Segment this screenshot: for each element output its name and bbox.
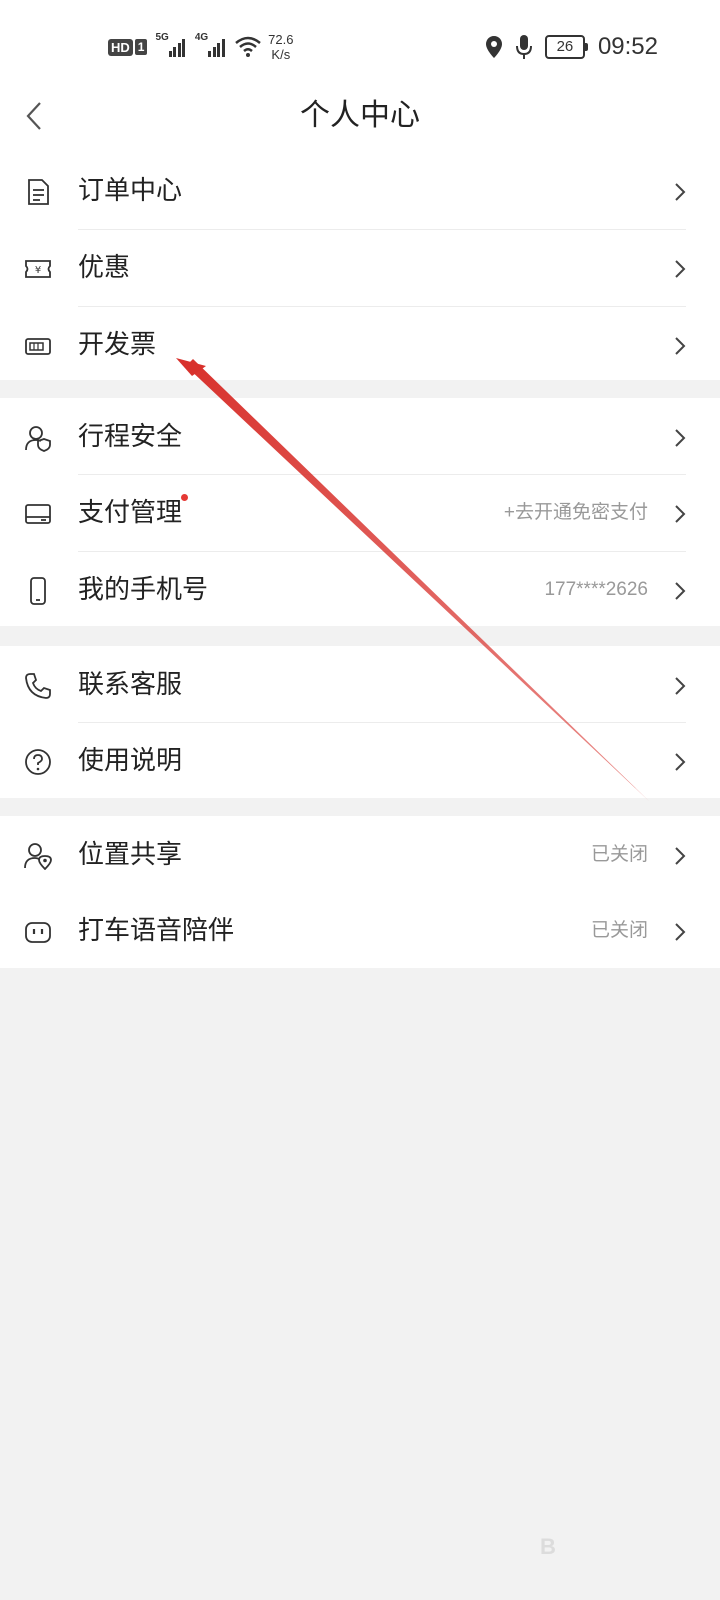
speed-unit: K/s bbox=[271, 47, 291, 62]
menu-item-order-center[interactable]: 订单中心 bbox=[0, 152, 720, 230]
menu-section-orders: 订单中心 ¥ 优惠 开发票 bbox=[0, 152, 720, 380]
menu-item-label: 优惠 bbox=[78, 253, 131, 283]
trip-safety-icon bbox=[25, 426, 51, 452]
chevron-right-icon bbox=[675, 847, 686, 865]
menu-item-label: 位置共享 bbox=[78, 840, 183, 870]
chevron-right-icon bbox=[675, 923, 686, 941]
menu-item-value: 177****2626 bbox=[544, 579, 648, 600]
hd-badge: HD bbox=[108, 38, 133, 56]
status-bar: HD 1 5G 4G 72.6 K/s 26 09:52 bbox=[0, 0, 720, 90]
microphone-icon bbox=[515, 35, 532, 59]
help-icon bbox=[25, 749, 51, 775]
chevron-right-icon bbox=[675, 677, 686, 695]
call-icon bbox=[25, 673, 51, 699]
menu-item-value: 已关闭 bbox=[590, 844, 648, 865]
clock: 09:52 bbox=[597, 33, 658, 60]
notification-dot bbox=[181, 494, 188, 501]
menu-item-payment-management[interactable]: 支付管理 +去开通免密支付 bbox=[0, 474, 720, 552]
signal-icon bbox=[168, 37, 187, 57]
card-icon bbox=[25, 504, 51, 524]
battery-level: 26 bbox=[544, 35, 585, 59]
network-4g-label: 4G bbox=[194, 32, 209, 43]
battery-icon: 26 bbox=[544, 35, 588, 59]
document-icon bbox=[28, 179, 49, 205]
voice-companion-icon bbox=[25, 922, 51, 943]
menu-item-value: +去开通免密支付 bbox=[503, 502, 648, 523]
status-left-group: HD 1 5G 4G 72.6 K/s bbox=[108, 30, 293, 64]
page-title: 个人中心 bbox=[300, 98, 420, 133]
invoice-icon bbox=[25, 338, 51, 355]
menu-item-label: 开发票 bbox=[78, 330, 157, 360]
menu-section-settings: 位置共享 已关闭 打车语音陪伴 已关闭 bbox=[0, 816, 720, 968]
menu-item-contact-service[interactable]: 联系客服 bbox=[0, 646, 720, 724]
phone-icon bbox=[30, 577, 46, 605]
menu-item-location-sharing[interactable]: 位置共享 已关闭 bbox=[0, 816, 720, 894]
menu-item-trip-safety[interactable]: 行程安全 bbox=[0, 398, 720, 476]
menu-item-value: 已关闭 bbox=[590, 920, 648, 941]
menu-section-support: 联系客服 使用说明 bbox=[0, 646, 720, 798]
coupon-icon: ¥ bbox=[25, 260, 51, 278]
chevron-right-icon bbox=[675, 582, 686, 600]
speed-value: 72.6 bbox=[268, 32, 294, 47]
signal-icon bbox=[208, 37, 226, 57]
menu-item-label: 订单中心 bbox=[78, 176, 183, 206]
navigation-bar: 个人中心 bbox=[0, 90, 720, 152]
chevron-right-icon bbox=[675, 429, 686, 447]
menu-item-label: 联系客服 bbox=[78, 670, 183, 700]
menu-item-label: 行程安全 bbox=[78, 422, 183, 452]
menu-item-voice-companion[interactable]: 打车语音陪伴 已关闭 bbox=[0, 892, 720, 970]
menu-item-invoice[interactable]: 开发票 bbox=[0, 306, 720, 384]
network-5g-label: 5G bbox=[155, 32, 169, 43]
chevron-right-icon bbox=[675, 505, 686, 523]
chevron-right-icon bbox=[675, 260, 686, 278]
menu-item-label: 使用说明 bbox=[78, 746, 183, 776]
menu-item-my-phone[interactable]: 我的手机号 177****2626 bbox=[0, 551, 720, 629]
menu-section-account: 行程安全 支付管理 +去开通免密支付 我的手机号 177****2626 bbox=[0, 398, 720, 626]
menu-item-label: 支付管理 bbox=[78, 498, 183, 528]
menu-item-coupons[interactable]: ¥ 优惠 bbox=[0, 229, 720, 307]
watermark: B bbox=[540, 1534, 556, 1559]
wifi-icon bbox=[235, 36, 261, 57]
menu-item-label: 打车语音陪伴 bbox=[78, 916, 235, 946]
sim-badge: 1 bbox=[134, 39, 148, 55]
location-icon bbox=[485, 36, 502, 58]
chevron-right-icon bbox=[675, 753, 686, 771]
chevron-right-icon bbox=[675, 183, 686, 201]
network-speed: 72.6 K/s bbox=[268, 32, 293, 62]
status-right-group: 26 09:52 bbox=[485, 30, 658, 64]
menu-item-label: 我的手机号 bbox=[78, 575, 209, 605]
menu-item-instructions[interactable]: 使用说明 bbox=[0, 722, 720, 800]
chevron-right-icon bbox=[675, 337, 686, 355]
svg-text:¥: ¥ bbox=[35, 265, 41, 276]
location-share-icon bbox=[24, 843, 52, 870]
